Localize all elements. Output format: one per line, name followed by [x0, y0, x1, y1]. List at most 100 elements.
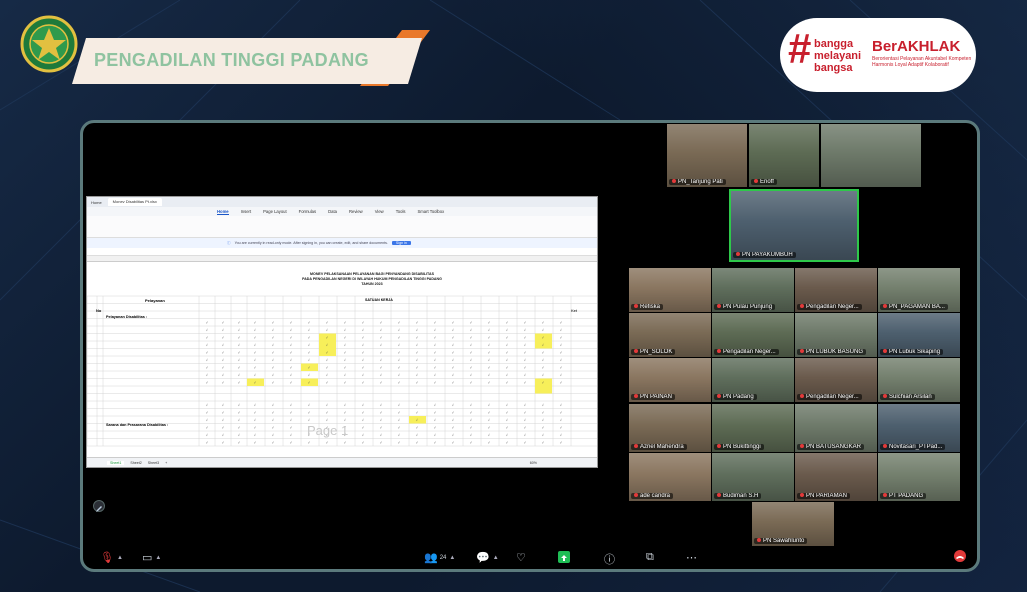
participant-tile[interactable]: Refiska — [629, 268, 711, 312]
participant-tile[interactable]: PN PAINAN — [629, 358, 711, 402]
chevron-up-icon[interactable]: ▲ — [493, 555, 499, 561]
mute-button[interactable]: 🎙 ▲ — [100, 551, 123, 564]
participants-button[interactable]: 👥 24 ▲ — [424, 551, 455, 564]
participant-tile[interactable]: PN Bukittinggi — [712, 404, 794, 452]
check-mark: √ — [380, 426, 382, 430]
check-mark: √ — [470, 336, 472, 340]
participant-tile[interactable]: PN LUBUK BASUNG — [795, 313, 877, 357]
share-screen-button[interactable] — [558, 551, 570, 563]
check-mark: √ — [272, 351, 274, 355]
spreadsheet-menubar: Home Insert Page Layout Formulas Data Review V… — [87, 207, 597, 216]
readonly-notice: ⓘ You are currently in read-only mode. A… — [87, 238, 597, 248]
participant-tile[interactable]: PN Pulau Punjung — [712, 268, 794, 312]
participant-tile[interactable]: PN PAYAKUMBUH — [729, 189, 859, 262]
menu-item[interactable]: Home — [217, 209, 229, 215]
participant-tile[interactable]: PN Padang — [712, 358, 794, 402]
menu-item[interactable]: Formulas — [299, 209, 316, 214]
check-mark: √ — [254, 366, 256, 370]
menu-item[interactable]: View — [375, 209, 384, 214]
check-mark: √ — [524, 418, 526, 422]
mic-muted-icon — [672, 179, 676, 184]
info-icon: ⓘ — [604, 554, 615, 566]
document-tab[interactable]: Monev Disabilitas Pt.xlsx — [107, 198, 162, 206]
check-mark: √ — [524, 411, 526, 415]
people-icon: 👥 — [424, 552, 438, 564]
video-button[interactable]: ▭ ▲ — [142, 551, 161, 564]
menu-item[interactable]: Smart Toolbox — [418, 209, 445, 214]
check-mark: √ — [206, 441, 208, 445]
reactions-button[interactable]: ♡ — [516, 551, 526, 564]
check-mark: √ — [524, 441, 526, 445]
formula-bar[interactable] — [87, 248, 597, 256]
participant-tile[interactable]: Pengadilan Neger... — [712, 313, 794, 357]
info-button[interactable]: ⓘ — [604, 551, 615, 567]
apps-button[interactable]: ⧉ — [646, 551, 654, 564]
check-mark: √ — [362, 373, 364, 377]
participant-tile[interactable]: PN_Tanjung Pati — [667, 124, 747, 187]
participant-tile[interactable]: Pengadilan Neger... — [795, 268, 877, 312]
participant-tile[interactable]: Enoff — [749, 124, 819, 187]
participant-tile[interactable]: Sulchian Arsilan — [878, 358, 960, 402]
participant-tile[interactable]: PN_SOLOK — [629, 313, 711, 357]
check-mark: √ — [452, 403, 454, 407]
participant-tile[interactable]: PN PARIAMAN — [795, 453, 877, 501]
check-mark: √ — [452, 343, 454, 347]
chat-button[interactable]: 💬 ▲ — [476, 551, 499, 564]
participant-name: PN_SOLOK — [631, 349, 676, 355]
participant-tile[interactable]: Novitasari_PTPad... — [878, 404, 960, 452]
chevron-up-icon[interactable]: ▲ — [117, 555, 123, 561]
check-mark: √ — [542, 328, 544, 332]
check-mark: √ — [362, 328, 364, 332]
pencil-icon — [96, 506, 102, 512]
zoom-level[interactable]: 60% — [530, 461, 537, 465]
check-mark: √ — [380, 441, 382, 445]
participant-tile[interactable]: PT PADANG — [878, 453, 960, 501]
shared-screen-spreadsheet[interactable]: Home Monev Disabilitas Pt.xlsx Home Inser… — [86, 196, 598, 468]
check-mark: √ — [560, 418, 562, 422]
check-mark: √ — [560, 426, 562, 430]
menu-item[interactable]: Review — [349, 209, 363, 214]
badge-tagline: Berorientasi Pelayanan Akuntabel Kompete… — [872, 56, 972, 68]
leave-call-button[interactable] — [954, 550, 966, 562]
add-sheet-icon[interactable]: + — [165, 461, 167, 465]
check-mark: √ — [254, 343, 256, 347]
check-mark: √ — [452, 418, 454, 422]
menu-item[interactable]: Page Layout — [263, 209, 287, 214]
sign-in-button[interactable]: Sign in — [391, 241, 411, 245]
participant-tile[interactable]: PN_PAGAMAN BA... — [878, 268, 960, 312]
participant-tile[interactable]: Azriel Mahendra — [629, 404, 711, 452]
check-mark: √ — [506, 441, 508, 445]
participant-name: Pengadilan Neger... — [797, 304, 862, 310]
participant-tile[interactable]: Budiman S.H — [712, 453, 794, 501]
check-mark: √ — [398, 411, 400, 415]
participant-tile[interactable]: PN Lubuk Sikaping — [878, 313, 960, 357]
sheet-tab-2[interactable]: Sheet2 — [130, 461, 141, 465]
check-mark: √ — [542, 381, 544, 385]
check-mark: √ — [488, 411, 490, 415]
participant-tile[interactable]: PN BATUSANGKAR — [795, 404, 877, 452]
check-mark: √ — [308, 441, 310, 445]
chevron-up-icon[interactable]: ▲ — [155, 555, 161, 561]
menu-item[interactable]: Insert — [241, 209, 251, 214]
annotate-button[interactable] — [93, 500, 105, 512]
sheet-tab-3[interactable]: Sheet3 — [148, 461, 159, 465]
check-mark: √ — [398, 373, 400, 377]
mic-muted-icon — [800, 349, 804, 354]
participant-tile[interactable]: ade candra — [629, 453, 711, 501]
chevron-up-icon[interactable]: ▲ — [449, 555, 455, 561]
check-mark: √ — [380, 381, 382, 385]
check-mark: √ — [488, 403, 490, 407]
participant-tile[interactable] — [821, 124, 921, 187]
participant-tile[interactable]: PN Sawahlunto — [752, 502, 834, 546]
check-mark: √ — [524, 403, 526, 407]
wps-home-tab[interactable]: Home — [91, 200, 102, 205]
participant-tile[interactable]: Pengadilan Neger... — [795, 358, 877, 402]
menu-item[interactable]: Tools — [396, 209, 406, 214]
menu-item[interactable]: Data — [328, 209, 337, 214]
check-mark: √ — [222, 411, 224, 415]
sheet-tab-1[interactable]: Sheet1 — [107, 460, 125, 465]
check-mark: √ — [272, 433, 274, 437]
check-mark: √ — [380, 403, 382, 407]
more-button[interactable]: ⋯ — [686, 551, 697, 564]
check-mark: √ — [416, 441, 418, 445]
